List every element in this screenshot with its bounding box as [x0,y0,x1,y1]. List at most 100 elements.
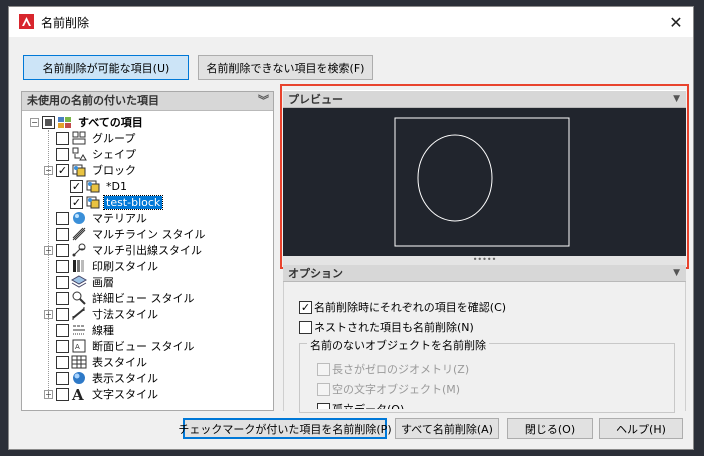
tree-item-label: マテリアル [92,212,147,225]
button-label: ヘルプ(H) [616,422,666,436]
panel-title: 未使用の名前の付いた項目 [27,94,159,107]
table-style-icon [71,355,87,369]
tree-item-label: 表スタイル [92,356,147,369]
autocad-logo-icon [19,14,34,29]
tree-item-checkbox[interactable]: ✓ [70,195,83,209]
tree-item-text-style[interactable]: + A 文字スタイル [44,386,160,402]
detail-view-style-icon [72,291,86,305]
tree-item-section-view-style[interactable]: A 断面ビュー スタイル [44,338,197,354]
options-title: オプション [288,267,343,280]
tree-item-group[interactable]: グループ [44,130,137,146]
purge-dialog: 名前削除 ✕ 名前削除が可能な項目(U) 名前削除できない項目を検索(F) 未使… [8,6,694,450]
tree-item-checkbox[interactable] [56,227,69,241]
tree-item-checkbox[interactable] [56,387,69,401]
collapse-icon[interactable]: − [30,117,39,127]
purge-nested-label: ネストされた項目も名前削除(N) [314,321,474,334]
tree-item-plot-style[interactable]: 印刷スタイル [44,258,160,274]
button-label: すべて名前削除(A) [401,422,493,436]
orphan-data-checkbox[interactable] [317,402,330,409]
tree-item-block[interactable]: ✓ *D1 [58,178,129,194]
empty-text-option[interactable]: 空の文字オブジェクト(M) [317,381,460,397]
button-label: 閉じる(O) [524,422,576,436]
tree-item-label: test-block [102,194,164,210]
tree-item-multiline-style[interactable]: マルチライン スタイル [44,226,208,242]
zero-length-checkbox[interactable] [317,362,330,376]
tree-item-layer[interactable]: 画層 [44,274,116,290]
tree-item-checkbox[interactable] [56,291,69,305]
close-icon: ✕ [669,12,683,32]
unnamed-objects-group-title: 名前のないオブジェクトを名前削除 [307,337,489,353]
multiline-style-icon [72,227,86,241]
tree-item-checkbox[interactable] [56,307,69,321]
tree-item-checkbox[interactable] [42,115,55,129]
block-icon [86,180,100,193]
group-icon [72,131,86,145]
tree-item-detail-view-style[interactable]: 詳細ビュー スタイル [44,290,197,306]
tree-item-checkbox[interactable] [56,371,69,385]
orphan-data-clip: 孤立データ(O) [317,401,437,409]
block-icon [72,164,86,177]
collapse-chevron-icon[interactable]: ︾ [258,92,269,110]
tree-item-label: 詳細ビュー スタイル [92,292,195,305]
tree-item-checkbox[interactable] [56,275,69,289]
orphan-data-option[interactable]: 孤立データ(O) [317,401,404,409]
empty-text-checkbox[interactable] [317,382,330,396]
close-window-button[interactable]: ✕ [665,11,687,33]
tree-item-shape[interactable]: シェイプ [44,146,138,162]
tab-purgeable-items[interactable]: 名前削除が可能な項目(U) [23,55,189,80]
zero-length-label: 長さがゼロのジオメトリ(Z) [332,363,470,376]
tree-item-checkbox[interactable] [56,259,69,273]
window-title: 名前削除 [41,16,90,30]
tree-item-block[interactable]: − ✓ ブロック [44,162,138,178]
button-label: チェックマークが付いた項目を名前削除(P) [178,422,392,436]
tree-item-block[interactable]: ✓ test-block [58,194,164,210]
help-button[interactable]: ヘルプ(H) [599,418,683,439]
tree-item-checkbox[interactable]: ✓ [56,163,69,177]
tree-item-linetype[interactable]: 線種 [44,322,116,338]
tree-item-label: ブロック [92,164,136,177]
purge-all-button[interactable]: すべて名前削除(A) [395,418,499,439]
tree-item-checkbox[interactable] [56,243,69,257]
title-bar: 名前削除 ✕ [9,7,693,37]
tree-item-material[interactable]: マテリアル [44,210,149,226]
zero-length-option[interactable]: 長さがゼロのジオメトリ(Z) [317,361,469,377]
tree-item-multileader-style[interactable]: + マルチ引出線スタイル [44,242,204,258]
tree-item-visual-style[interactable]: 表示スタイル [44,370,160,386]
all-items-icon [58,117,71,128]
tree-item-all-items[interactable]: − すべての項目 [30,114,145,130]
linetype-icon [73,325,85,335]
purge-nested-option[interactable]: ネストされた項目も名前削除(N) [299,319,474,335]
purge-checked-button[interactable]: チェックマークが付いた項目を名前削除(P) [178,418,392,439]
options-header[interactable]: オプション ▼ [283,265,686,282]
confirm-each-label: 名前削除時にそれぞれの項目を確認(C) [314,301,507,314]
plot-style-icon [73,260,84,272]
shape-icon [72,147,87,161]
tree-item-label: マルチ引出線スタイル [92,244,202,257]
tree-item-label: シェイプ [92,148,136,161]
layer-icon [71,275,87,288]
confirm-each-checkbox[interactable]: ✓ [299,300,312,314]
section-view-style-icon: A [72,339,86,353]
tree-item-checkbox[interactable] [56,339,69,353]
tree-item-checkbox[interactable] [56,131,69,145]
tree-item-checkbox[interactable]: ✓ [70,179,83,193]
dimension-style-icon [72,307,85,320]
tree-item-checkbox[interactable] [56,323,69,337]
block-icon [86,196,100,209]
tree-item-table-style[interactable]: 表スタイル [44,354,149,370]
svg-text:A: A [71,386,84,402]
tree-item-label: 寸法スタイル [92,308,158,321]
tree-item-label: *D1 [106,179,127,193]
tree-item-checkbox[interactable] [56,147,69,161]
multileader-style-icon [72,243,86,257]
confirm-each-option[interactable]: ✓ 名前削除時にそれぞれの項目を確認(C) [299,299,506,315]
tree-item-label: 画層 [92,276,114,289]
tree-item-checkbox[interactable] [56,211,69,225]
chevron-down-icon: ▼ [673,268,680,278]
close-button[interactable]: 閉じる(O) [507,418,593,439]
tree-item-checkbox[interactable] [56,355,69,369]
orphan-data-label: 孤立データ(O) [332,401,404,409]
tab-find-non-purgeable[interactable]: 名前削除できない項目を検索(F) [198,55,373,80]
tree-item-dimension-style[interactable]: + 寸法スタイル [44,306,160,322]
purge-nested-checkbox[interactable] [299,320,312,334]
